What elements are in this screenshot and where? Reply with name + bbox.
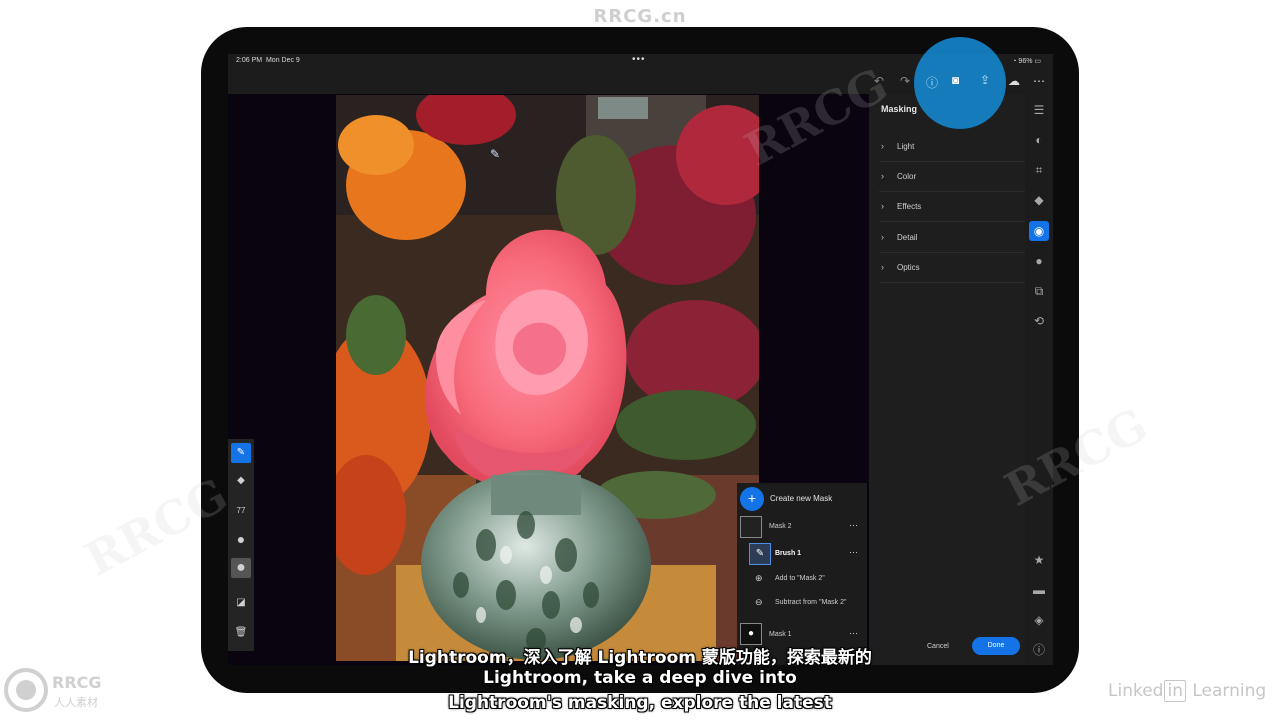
rose-photo [336,95,759,661]
heal-icon[interactable]: ◆ [1029,190,1049,210]
brush-size-value[interactable]: 77 [231,501,251,521]
linkedin-learning-logo: Linked in Learning [1108,680,1267,702]
mask-row-mask1[interactable]: ● Mask 1 ⋯ [737,621,867,645]
mask2-thumbnail [740,516,762,538]
section-optics[interactable]: › Optics [879,252,1025,283]
section-color[interactable]: › Color [879,161,1025,192]
brush-cursor-icon: ✎ [490,147,501,161]
masking-panel: Masking › Light › Color › Effects › Deta… [869,94,1025,665]
brush-tools-sidebar: ✎ ◆ 77 ● ● ◪ 🗑 [228,439,254,651]
comment-icon[interactable]: ▬ [1029,580,1049,600]
camera-icon[interactable]: ◙ [952,73,959,87]
section-detail[interactable]: › Detail [879,222,1025,253]
subtract-from-mask-item[interactable]: ⊖ Subtract from "Mask 2" [737,591,867,615]
chevron-right-icon: › [881,262,884,272]
masking-icon[interactable]: ◉ [1029,221,1049,241]
star-icon[interactable]: ★ [1029,550,1049,570]
invert-icon[interactable]: ◪ [231,593,251,613]
site-watermark: RRCG.cn [593,6,687,27]
battery-level: ◔ 96% ▭ [1012,58,1041,65]
subtitle-line-2: Lightroom, take a deep dive into [483,668,797,688]
section-light[interactable]: › Light [879,131,1025,162]
tag-icon[interactable]: ◈ [1029,610,1049,630]
create-mask-label[interactable]: Create new Mask [770,494,832,503]
add-icon: ⊕ [755,573,763,583]
versions-icon[interactable]: ⧉ [1029,281,1049,301]
mask1-thumbnail: ● [740,623,762,645]
subtitle-line-3: Lightroom's masking, explore the latest [448,693,832,713]
brush-icon: ✎ [749,543,771,565]
redo-icon[interactable]: ↷ [896,72,914,90]
undo-icon[interactable]: ↶ [870,72,888,90]
mask-list-panel: + Create new Mask Mask 2 ⋯ ✎ Brush 1 ⋯ ⊕… [737,483,867,665]
chevron-right-icon: › [881,141,884,151]
chevron-right-icon: › [881,232,884,242]
edit-sliders-icon[interactable]: ☰ [1029,100,1049,120]
rrcg-emblem-icon: RRCG 人人素材 [4,668,102,712]
multitask-dots[interactable]: ••• [632,54,646,65]
flow-icon[interactable]: ● [231,558,251,578]
svg-text:RRCG: RRCG [52,673,102,692]
add-to-mask-item[interactable]: ⊕ Add to "Mask 2" [737,567,867,591]
more-icon[interactable]: ⋯ [849,547,859,558]
svg-text:人人素材: 人人素材 [54,695,98,709]
drop-icon[interactable]: ● [1029,251,1049,271]
app-screen: 2:06 PM Mon Dec 9 ••• ◔ 96% ▭ ↶ ↷ ☁ ⋯ ✎ … [228,54,1053,665]
chevron-right-icon: › [881,201,884,211]
cloud-sync-icon[interactable]: ☁ [1005,72,1023,90]
help-icon[interactable]: ⓘ [926,74,938,91]
panel-title: Masking [881,104,918,114]
subtitle-line-1: Lightroom，深入了解 Lightroom 蒙版功能，探索最新的 [408,648,872,668]
right-tool-rail: ☰ ◐ ⌗ ◆ ◉ ● ⧉ ⟲ ★ ▬ ◈ ⓘ [1025,94,1053,665]
brush-tool-icon[interactable]: ✎ [231,443,251,463]
rrcg-logo: RRCG 人人素材 [2,664,126,716]
more-icon[interactable]: ⋯ [849,520,859,531]
photo-canvas[interactable]: ✎ [336,95,759,661]
presets-icon[interactable]: ◐ [1029,130,1049,150]
chevron-right-icon: › [881,171,884,181]
section-effects[interactable]: › Effects [879,191,1025,222]
share-icon[interactable]: ⇪ [980,73,990,87]
feather-icon[interactable]: ● [231,529,251,549]
mask-row-mask2[interactable]: Mask 2 ⋯ [737,515,867,539]
trash-icon[interactable]: 🗑 [231,623,251,643]
status-time: 2:06 PM Mon Dec 9 [236,57,300,64]
mask-row-brush1[interactable]: ✎ Brush 1 ⋯ [737,542,867,566]
create-mask-button[interactable]: + [740,487,764,511]
more-icon[interactable]: ⋯ [1030,72,1048,90]
subtract-icon: ⊖ [755,597,763,607]
more-icon[interactable]: ⋯ [849,628,859,639]
crop-icon[interactable]: ⌗ [1029,160,1049,180]
eraser-tool-icon[interactable]: ◆ [231,471,251,491]
history-icon[interactable]: ⟲ [1029,311,1049,331]
